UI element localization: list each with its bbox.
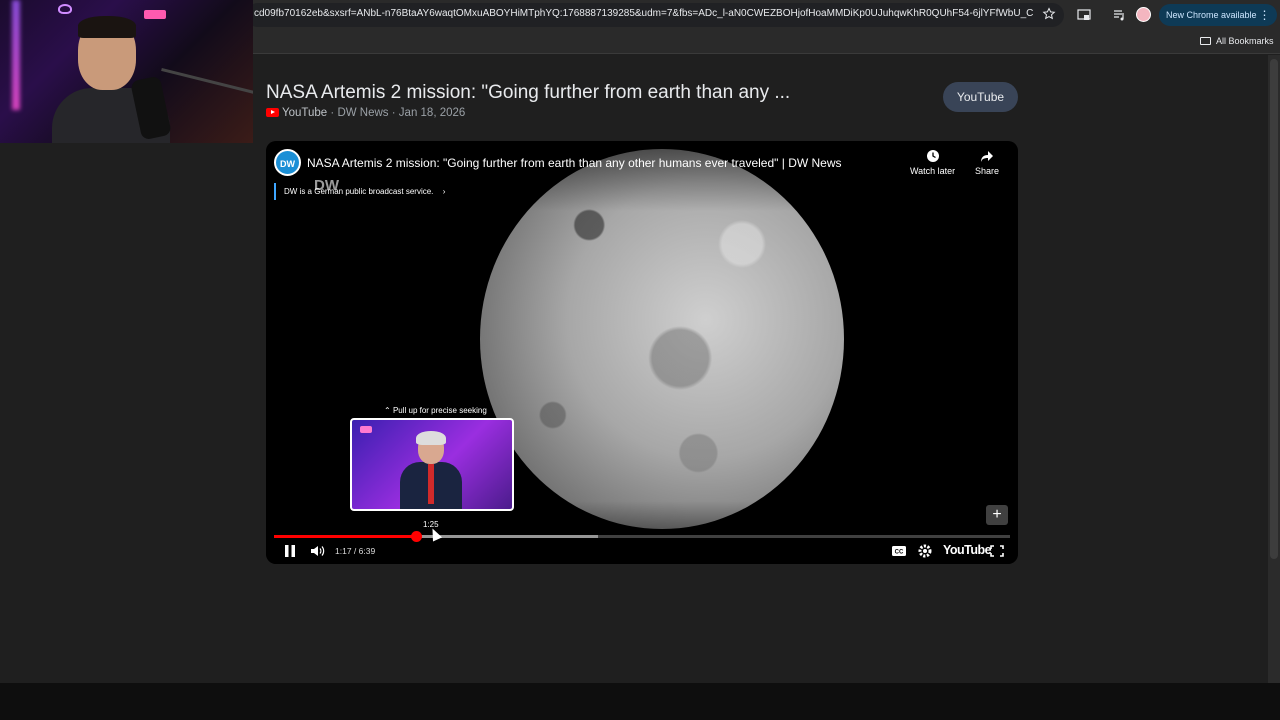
folder-icon	[1200, 37, 1211, 45]
progress-bar[interactable]	[274, 531, 1010, 542]
mic-arm	[161, 67, 253, 96]
duration: 6:39	[358, 546, 376, 556]
result-source: YouTube	[282, 107, 328, 119]
scroll-thumb[interactable]	[1270, 59, 1278, 559]
chevron-right-icon: ›	[442, 187, 446, 196]
clock-icon	[926, 150, 939, 162]
bottom-bar	[0, 683, 1280, 720]
watch-later-label: Watch later	[910, 166, 956, 176]
profile-avatar[interactable]	[1136, 7, 1151, 22]
top-gradient	[266, 141, 1018, 211]
scrubber-handle[interactable]	[411, 531, 423, 542]
preview-logo	[360, 426, 372, 433]
info-card[interactable]: DW is a German public broadcast service.…	[274, 183, 450, 200]
new-chrome-label: New Chrome available	[1166, 10, 1257, 20]
pause-icon[interactable]	[283, 542, 297, 560]
captions-icon[interactable]: CC	[891, 542, 907, 560]
result-date: Jan 18, 2026	[398, 107, 466, 119]
new-chrome-button[interactable]: New Chrome available ⋮	[1159, 4, 1277, 26]
result-title[interactable]: NASA Artemis 2 mission: "Going further f…	[266, 82, 790, 104]
youtube-logo-icon	[266, 108, 279, 117]
youtube-brand-link[interactable]: YouTube	[943, 543, 992, 557]
webcam-overlay	[0, 0, 253, 143]
media-controls-icon[interactable]	[1112, 7, 1128, 23]
share-label: Share	[975, 166, 1000, 176]
svg-text:CC: CC	[895, 550, 904, 556]
progress-played	[274, 535, 417, 538]
all-bookmarks-link[interactable]: All Bookmarks	[1200, 36, 1274, 46]
address-bar[interactable]: cd09fb70162eb&sxsrf=ANbL-n76BtaAY6waqtOM…	[246, 3, 1064, 27]
seek-hint: ⌃ Pull up for precise seeking	[384, 406, 487, 415]
seek-preview-thumbnail	[350, 418, 514, 511]
url-text[interactable]: cd09fb70162eb&sxsrf=ANbL-n76BtaAY6waqtOM…	[254, 8, 1034, 19]
time-display: 1:17 / 6:39	[335, 546, 376, 556]
webcam-neon-sign	[58, 4, 72, 14]
dw-watermark: DW	[314, 177, 339, 194]
open-youtube-button[interactable]: YouTube	[943, 82, 1018, 112]
current-time: 1:17	[335, 546, 352, 556]
seek-hint-text: Pull up for precise seeking	[392, 406, 487, 415]
add-button[interactable]: +	[986, 505, 1008, 525]
more-menu-icon[interactable]: ⋮	[1259, 4, 1271, 26]
volume-icon[interactable]	[309, 542, 325, 560]
screen: cd09fb70162eb&sxsrf=ANbL-n76BtaAY6waqtOM…	[0, 0, 1280, 720]
cast-icon[interactable]	[1076, 7, 1092, 23]
result-meta: YouTube · DW News · Jan 18, 2026	[266, 107, 465, 119]
all-bookmarks-label: All Bookmarks	[1216, 36, 1274, 46]
share-button[interactable]: Share	[975, 149, 999, 176]
bookmark-star-icon[interactable]	[1042, 7, 1056, 21]
preview-person	[400, 431, 462, 509]
fullscreen-icon[interactable]	[989, 542, 1005, 560]
result-channel: DW News	[337, 107, 389, 119]
settings-gear-icon[interactable]	[917, 542, 933, 560]
webcam-light	[12, 0, 20, 110]
share-arrow-icon	[981, 151, 994, 162]
video-player[interactable]: DW NASA Artemis 2 mission: "Going furthe…	[266, 141, 1018, 564]
page-scrollbar[interactable]	[1268, 55, 1280, 683]
player-title[interactable]: NASA Artemis 2 mission: "Going further f…	[307, 156, 842, 170]
watch-later-button[interactable]: Watch later	[910, 149, 955, 176]
channel-avatar[interactable]: DW	[274, 149, 301, 176]
